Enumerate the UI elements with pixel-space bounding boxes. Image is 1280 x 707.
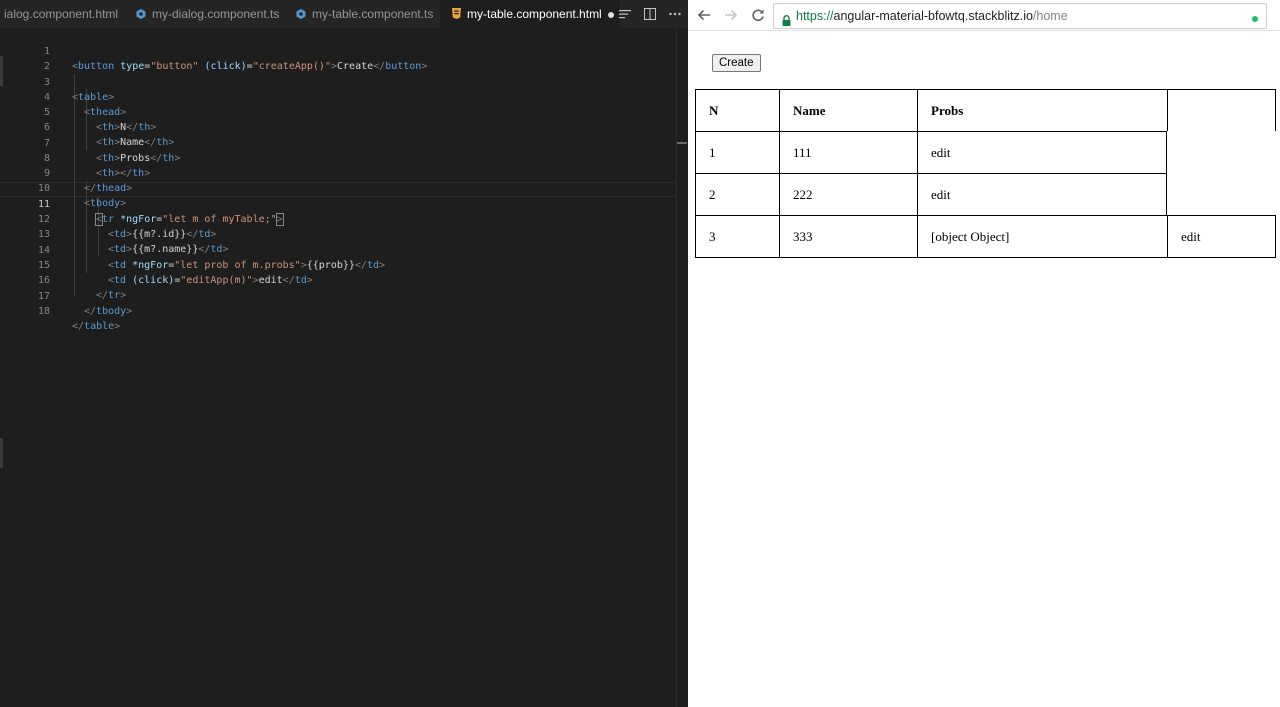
editor-tab-bar: ialog.component.html my-dialog.component… xyxy=(0,0,688,28)
code-line[interactable]: 8 <th></th> xyxy=(0,136,688,179)
cell-name: 222 xyxy=(779,173,917,215)
browser-window: https://angular-material-bfowtq.stackbli… xyxy=(688,0,1280,707)
html-file-icon xyxy=(452,1,461,28)
code-line[interactable]: 14 <td *ngFor="let prob of m.probs">{{pr… xyxy=(0,228,688,271)
cell-n: 1 xyxy=(695,131,779,173)
code-line[interactable]: 16 </tr> xyxy=(0,258,688,301)
url-protocol: https:// xyxy=(796,9,834,23)
tag-bracket: > xyxy=(126,306,133,317)
cell-name: 111 xyxy=(779,131,917,173)
overview-ruler-cursor-mark xyxy=(677,142,687,144)
header-probs: Probs xyxy=(917,89,1167,131)
code-line[interactable]: 9 </thead> xyxy=(0,151,688,194)
tab-my-table-component-html[interactable]: my-table.component.html xyxy=(440,0,620,28)
url-text: https://angular-material-bfowtq.stackbli… xyxy=(796,4,1068,28)
header-empty xyxy=(1167,89,1276,131)
cell-n: 2 xyxy=(695,173,779,215)
table-row: 2 222 edit xyxy=(695,173,1276,215)
cell-edit[interactable]: edit xyxy=(1167,215,1276,258)
gutter-marker xyxy=(0,438,3,468)
tag-name: table xyxy=(84,321,115,332)
tab-my-table-component-ts[interactable]: my-table.component.ts xyxy=(286,0,450,28)
cell-edit[interactable]: edit xyxy=(917,131,1167,173)
header-n: N xyxy=(695,89,779,131)
url-path: /home xyxy=(1032,9,1068,23)
code-line[interactable]: 18 </table> xyxy=(0,289,688,332)
code-line[interactable]: 3 <table> xyxy=(0,60,688,103)
code-line[interactable]: 4 <thead> xyxy=(0,75,688,118)
code-line[interactable]: 15 <td (click)="editApp(m)">edit</td> xyxy=(0,243,688,286)
tag-bracket: </ xyxy=(72,321,85,332)
code-editor[interactable]: ialog.component.html my-dialog.component… xyxy=(0,0,689,707)
cell-edit[interactable]: edit xyxy=(917,173,1167,215)
tab-my-dialog-component-ts[interactable]: my-dialog.component.ts xyxy=(126,0,296,28)
code-line[interactable]: 6 <th>Name</th> xyxy=(0,105,688,148)
create-button[interactable]: Create xyxy=(712,54,761,72)
code-line[interactable]: 12 <td>{{m?.id}}</td> xyxy=(0,197,688,240)
typescript-file-icon xyxy=(136,1,146,28)
extension-status-icon[interactable] xyxy=(1252,16,1258,22)
more-actions-menu-icon[interactable] xyxy=(614,0,636,28)
table-row: 3 333 [object Object] edit xyxy=(695,215,1276,258)
tab-dialog-component-html[interactable]: ialog.component.html xyxy=(0,0,130,28)
code-line[interactable]: 10 <tbody> xyxy=(0,166,688,209)
code-line[interactable]: 2 xyxy=(0,44,688,72)
unsaved-dot-icon xyxy=(607,11,614,18)
line-number: 18 xyxy=(37,306,50,317)
tag-bracket: > xyxy=(114,321,121,332)
code-area[interactable]: 1 <button type="button" (click)="createA… xyxy=(0,28,688,707)
code-line[interactable]: 7 <th>Probs</th> xyxy=(0,121,688,164)
tag-name: tbody xyxy=(96,306,127,317)
data-table: N Name Probs 1 111 edit 2 222 edit 3 333… xyxy=(695,89,1276,258)
code-line[interactable]: 13 <td>{{m?.name}}</td> xyxy=(0,212,688,255)
code-line[interactable]: 1 <button type="button" (click)="createA… xyxy=(0,29,688,72)
ellipsis-icon[interactable] xyxy=(664,0,686,28)
tab-label: my-table.component.ts xyxy=(312,7,434,21)
code-line[interactable]: 17 </tbody> xyxy=(0,274,688,317)
address-bar[interactable]: https://angular-material-bfowtq.stackbli… xyxy=(773,3,1267,29)
web-page: Create N Name Probs 1 111 edit 2 222 edi… xyxy=(688,31,1280,707)
tab-label: my-dialog.component.ts xyxy=(152,7,280,21)
code-line-current[interactable]: 11 <tr *ngFor="let m of myTable;"> xyxy=(0,182,688,226)
table-header-row: N Name Probs xyxy=(695,89,1276,131)
url-host: angular-material-bfowtq.stackblitz.io xyxy=(833,9,1033,23)
header-name: Name xyxy=(779,89,917,131)
cell-name: 333 xyxy=(779,215,917,258)
reload-icon[interactable] xyxy=(747,4,769,26)
tag-bracket: </ xyxy=(84,306,97,317)
code-line[interactable]: 5 <th>N</th> xyxy=(0,90,688,133)
back-arrow-icon[interactable] xyxy=(693,4,715,26)
tab-label: ialog.component.html xyxy=(4,7,119,21)
tab-label: my-table.component.html xyxy=(467,7,602,21)
cell-prob: [object Object] xyxy=(917,215,1167,258)
browser-toolbar: https://angular-material-bfowtq.stackbli… xyxy=(688,0,1280,31)
split-editor-icon[interactable] xyxy=(639,0,661,28)
table-row: 1 111 edit xyxy=(695,131,1276,173)
forward-arrow-icon[interactable] xyxy=(720,4,742,26)
cell-n: 3 xyxy=(695,215,779,258)
typescript-file-icon xyxy=(296,1,306,28)
